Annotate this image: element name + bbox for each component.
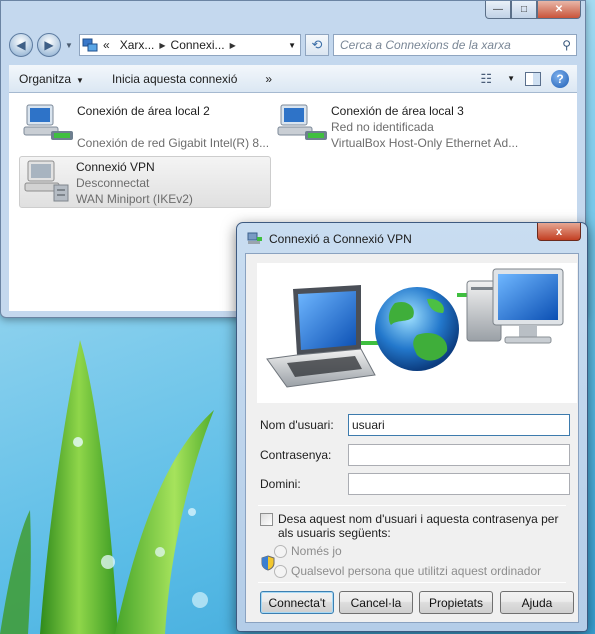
search-icon[interactable]: ⚲: [562, 38, 571, 52]
forward-button[interactable]: ▶: [37, 33, 61, 57]
desktop-wallpaper: [0, 300, 260, 634]
connection-banner-image: [257, 263, 577, 403]
radio-only-me-row: Només jo: [274, 544, 342, 558]
username-field[interactable]: usuari: [348, 414, 570, 436]
search-input[interactable]: Cerca a Connexions de la xarxa ⚲: [333, 34, 577, 56]
breadcrumb-separator-icon[interactable]: ▶: [159, 41, 165, 50]
vpn-connect-dialog: Connexió a Connexió VPN x Nom d'usuari: …: [236, 222, 588, 632]
network-adapter-icon: [275, 101, 331, 149]
chevron-down-icon: ▼: [76, 75, 84, 85]
save-credentials-checkbox[interactable]: [260, 513, 273, 526]
connection-device: VirtualBox Host-Only Ethernet Ad...: [331, 136, 519, 150]
back-button[interactable]: ◀: [9, 33, 33, 57]
desktop-computer-icon: [466, 268, 564, 344]
more-commands-button[interactable]: »: [265, 72, 272, 86]
uac-shield-icon: [261, 555, 275, 571]
address-dropdown-icon[interactable]: ▼: [288, 41, 296, 50]
breadcrumb-separator-icon[interactable]: ▶: [230, 41, 236, 50]
organize-label: Organitza: [19, 71, 72, 86]
connection-name: Conexión de área local 3: [331, 104, 464, 118]
dialog-body: Nom d'usuari: usuari Contrasenya: Domini…: [245, 253, 579, 623]
connection-device: Conexión de red Gigabit Intel(R) 8...: [77, 136, 270, 150]
dialog-titlebar: Connexió a Connexió VPN: [247, 231, 412, 247]
radio-anyone[interactable]: [274, 564, 287, 578]
connection-name: Connexió VPN: [76, 160, 155, 174]
chevron-down-icon: ▼: [65, 40, 73, 50]
vpn-connection-icon: [20, 157, 76, 205]
refresh-icon: ⟲: [311, 37, 323, 52]
preview-pane-icon[interactable]: [525, 71, 541, 86]
password-row: Contrasenya:: [260, 444, 570, 466]
list-item-vpn[interactable]: Connexió VPN Desconnectat WAN Miniport (…: [19, 156, 271, 208]
change-view-icon[interactable]: ☷: [480, 71, 492, 87]
breadcrumb-network[interactable]: Xarx...: [120, 38, 155, 52]
search-placeholder: Cerca a Connexions de la xarxa: [340, 38, 511, 52]
network-connection-icon: [247, 232, 262, 244]
radio-anyone-row: Qualsevol persona que utilitzi aquest or…: [274, 564, 541, 578]
address-bar[interactable]: « Xarx... ▶ Connexi... ▶ ▼: [79, 34, 301, 56]
help-button[interactable]: Ajuda: [500, 591, 574, 614]
password-label: Contrasenya:: [260, 448, 332, 462]
maximize-button[interactable]: □: [511, 1, 537, 19]
radio-only-me-label[interactable]: Només jo: [291, 544, 342, 558]
connection-status: [77, 119, 269, 135]
radio-anyone-label[interactable]: Qualsevol persona que utilitzi aquest or…: [291, 564, 541, 578]
network-folder-icon: [82, 38, 98, 52]
save-credentials-row: Desa aquest nom d'usuari i aquesta contr…: [260, 512, 560, 540]
connection-status: Red no identificada: [331, 120, 434, 134]
forward-arrow-icon: ▶: [44, 38, 54, 52]
navigation-bar: ◀ ▶ ▼ « Xarx... ▶ Connexi... ▶ ▼ ⟲ Cerca…: [9, 31, 577, 59]
breadcrumb-prefix[interactable]: «: [103, 38, 110, 52]
connection-name: Conexión de área local 2: [77, 104, 210, 118]
connection-status: Desconnectat: [76, 176, 150, 190]
username-row: Nom d'usuari: usuari: [260, 414, 570, 436]
connect-button[interactable]: Connecta't: [260, 591, 334, 614]
domain-label: Domini:: [260, 477, 301, 491]
radio-only-me[interactable]: [274, 544, 287, 558]
refresh-button[interactable]: ⟲: [305, 34, 329, 56]
divider: [258, 582, 566, 583]
list-item[interactable]: Conexión de área local 3 Red no identifi…: [275, 101, 518, 151]
dialog-close-button[interactable]: x: [537, 223, 581, 241]
recent-pages-dropdown[interactable]: ▼: [65, 41, 75, 50]
network-adapter-icon: [21, 101, 77, 149]
help-icon[interactable]: ?: [551, 69, 569, 88]
laptop-icon: [266, 285, 376, 388]
domain-row: Domini:: [260, 473, 570, 495]
chevron-down-icon[interactable]: ▼: [507, 74, 515, 83]
start-connection-button[interactable]: Inicia aquesta connexió: [112, 72, 237, 86]
password-field[interactable]: [348, 444, 570, 466]
connection-device: WAN Miniport (IKEv2): [76, 192, 193, 206]
domain-field[interactable]: [348, 473, 570, 495]
cancel-button[interactable]: Cancel·la: [339, 591, 413, 614]
save-credentials-label[interactable]: Desa aquest nom d'usuari i aquesta contr…: [278, 512, 560, 540]
organize-menu[interactable]: Organitza ▼: [19, 72, 84, 86]
divider: [258, 505, 566, 506]
back-arrow-icon: ◀: [16, 38, 26, 52]
username-label: Nom d'usuari:: [260, 418, 334, 432]
minimize-button[interactable]: —: [485, 1, 511, 19]
properties-button[interactable]: Propietats: [419, 591, 493, 614]
list-item[interactable]: Conexión de área local 2 Conexión de red…: [21, 101, 269, 151]
dialog-title: Connexió a Connexió VPN: [269, 232, 412, 246]
window-controls: — □ ✕: [485, 1, 581, 19]
close-button[interactable]: ✕: [537, 1, 581, 19]
globe-icon: [375, 287, 459, 371]
breadcrumb-connections[interactable]: Connexi...: [171, 38, 225, 52]
command-bar: Organitza ▼ Inicia aquesta connexió » ☷ ▼…: [9, 65, 577, 93]
